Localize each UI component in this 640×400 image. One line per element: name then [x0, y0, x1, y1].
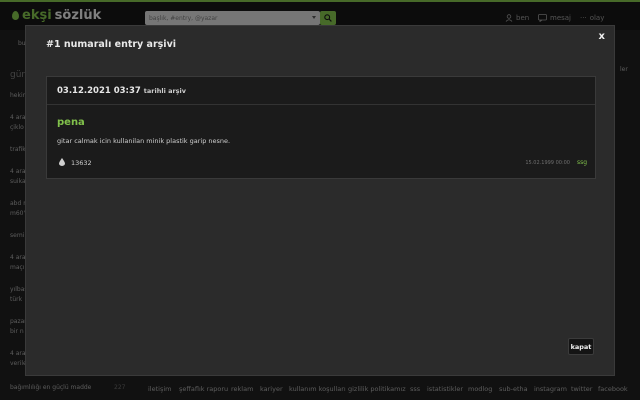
entry-title[interactable]: pena: [57, 117, 85, 128]
entry-archive-modal: #1 numaralı entry arşivi x 03.12.2021 03…: [25, 25, 615, 376]
close-icon[interactable]: x: [599, 31, 605, 42]
modal-title: #1 numaralı entry arşivi: [46, 39, 177, 50]
archive-date-line: 03.12.2021 03:37 tarihli arşiv: [57, 86, 186, 96]
entry-body: gitar calmak icin kullanilan minik plast…: [57, 137, 231, 145]
entry-date[interactable]: 15.02.1999 00:00: [525, 160, 570, 166]
archive-date: 03.12.2021 03:37: [57, 86, 141, 96]
archive-date-suffix: tarihli arşiv: [143, 87, 186, 95]
archive-card: 03.12.2021 03:37 tarihli arşiv pena gitar…: [46, 76, 596, 179]
drop-favorite-icon[interactable]: [59, 158, 65, 166]
kapat-button[interactable]: kapat: [568, 338, 594, 355]
archive-header: 03.12.2021 03:37 tarihli arşiv: [47, 77, 595, 105]
entry-author[interactable]: ssg: [577, 159, 587, 166]
favorite-count: 13632: [71, 159, 92, 167]
